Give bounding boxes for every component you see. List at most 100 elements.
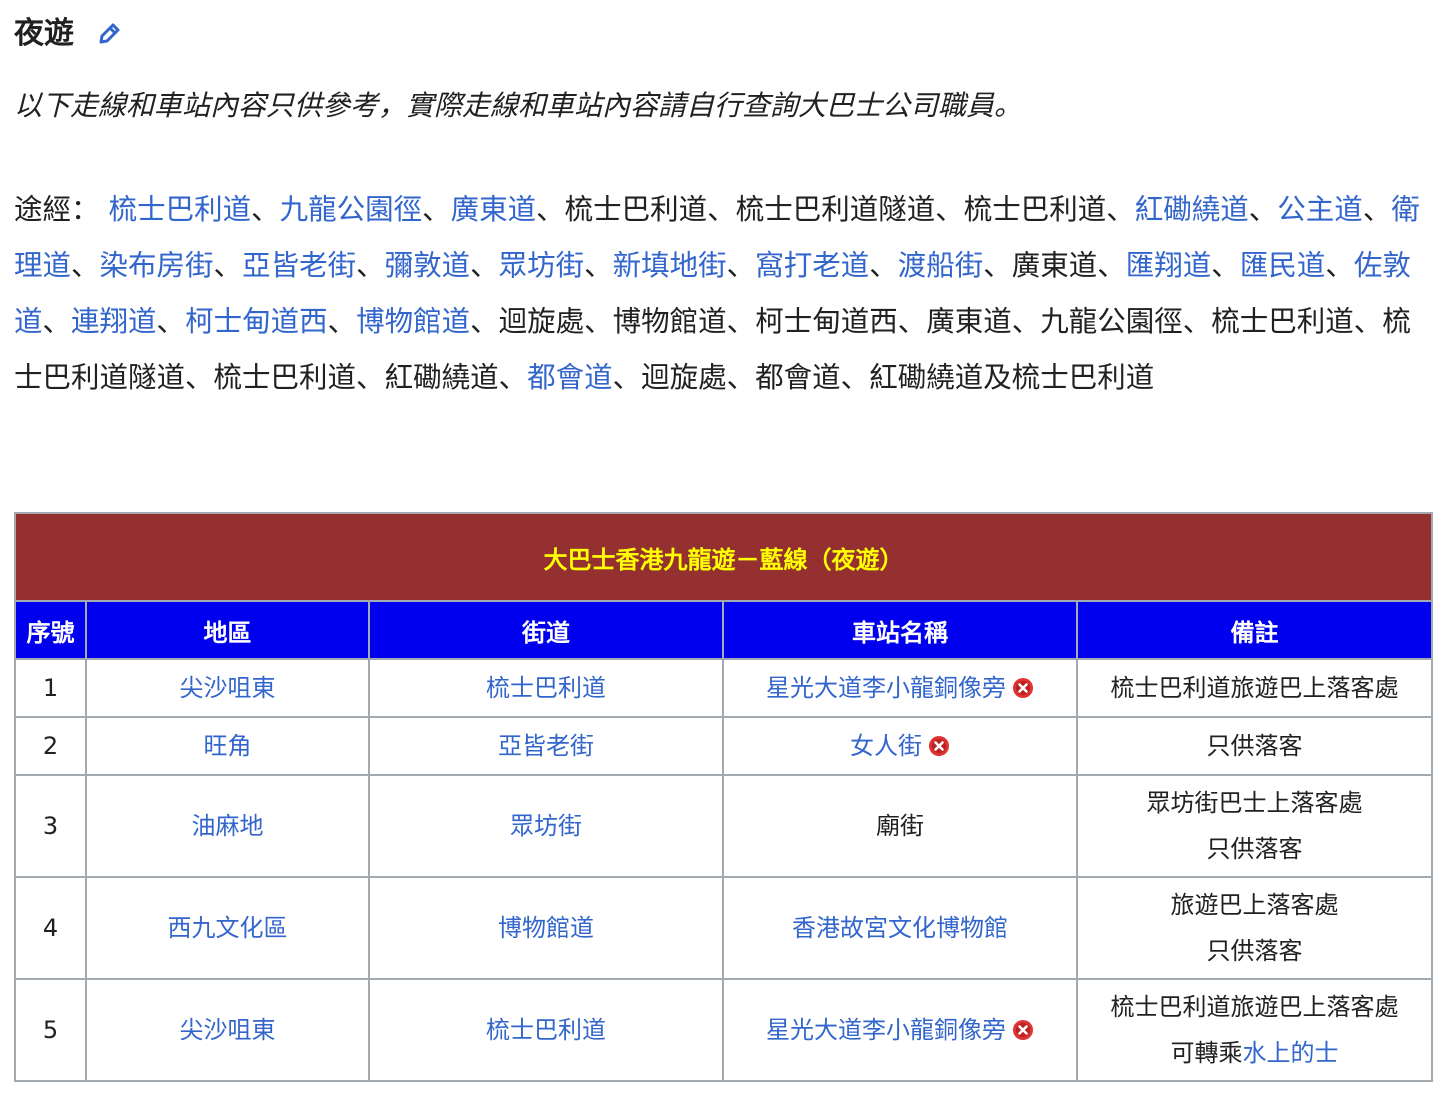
route-text: 迴旋處 <box>641 361 727 394</box>
table-row: 1 尖沙咀東 梳士巴利道 星光大道李小龍銅像旁 梳士巴利道旅遊巴上落客處 <box>14 658 1434 718</box>
route-link[interactable]: 渡船街 <box>898 249 984 282</box>
district-link[interactable]: 油麻地 <box>192 812 264 840</box>
section-title: 夜遊 <box>14 16 74 51</box>
route-separator: 、 <box>869 249 898 282</box>
header-stop: 車站名稱 <box>722 600 1078 660</box>
street-link[interactable]: 亞皆老街 <box>498 732 594 760</box>
route-separator: 、 <box>726 249 756 282</box>
cell-street: 博物館道 <box>368 876 724 980</box>
route-text: 廣東道 <box>926 305 1012 338</box>
route-link[interactable]: 柯士甸道西 <box>185 305 328 338</box>
route-separator: 、 <box>707 193 736 226</box>
route-link[interactable]: 廣東道 <box>451 193 537 226</box>
stop-link[interactable]: 星光大道李小龍銅像旁 <box>766 1016 1006 1044</box>
route-link[interactable]: 匯民道 <box>1240 249 1326 282</box>
cell-no: 5 <box>14 978 87 1082</box>
cell-district: 油麻地 <box>85 774 370 878</box>
route-link[interactable]: 博物館道 <box>356 305 470 338</box>
route-text: 都會道 <box>755 361 841 394</box>
route-link[interactable]: 彌敦道 <box>385 249 471 282</box>
stop-link[interactable]: 星光大道李小龍銅像旁 <box>766 674 1006 702</box>
remark-line: 只供落客 <box>1206 835 1303 863</box>
header-street: 街道 <box>368 600 724 660</box>
route-separator: 、 <box>185 361 214 394</box>
cell-district: 尖沙咀東 <box>85 658 370 718</box>
district-link[interactable]: 西九文化區 <box>168 914 288 942</box>
cell-street: 亞皆老街 <box>368 716 724 776</box>
route-separator: 、 <box>1353 305 1383 338</box>
remark-line: 可轉乘 <box>1170 1039 1243 1067</box>
route-link[interactable]: 亞皆老街 <box>242 249 356 282</box>
street-link[interactable]: 梳士巴利道 <box>486 1016 606 1044</box>
route-separator: 、 <box>1211 249 1240 282</box>
stop-link[interactable]: 香港故宮文化博物館 <box>792 914 1008 942</box>
route-description: 途經： 梳士巴利道、九龍公園徑、廣東道、梳士巴利道、梳士巴利道隧道、梳士巴利道、… <box>14 182 1428 406</box>
route-separator: 、 <box>584 249 613 282</box>
cell-remarks: 眾坊街巴士上落客處 只供落客 <box>1075 774 1434 878</box>
route-separator: 、 <box>1248 193 1278 226</box>
cell-no: 1 <box>14 658 87 718</box>
district-link[interactable]: 旺角 <box>204 732 252 760</box>
route-link[interactable]: 匯翔道 <box>1126 249 1212 282</box>
section-heading: 夜遊 <box>14 12 122 56</box>
route-link[interactable]: 眾坊街 <box>499 249 585 282</box>
cell-stop: 星光大道李小龍銅像旁 <box>722 658 1078 718</box>
route-link[interactable]: 梳士巴利道 <box>109 193 252 226</box>
cell-stop: 女人街 <box>722 716 1078 776</box>
route-separator: 、 <box>1106 193 1135 226</box>
route-link[interactable]: 公主道 <box>1277 193 1363 226</box>
cell-no: 3 <box>14 774 87 878</box>
route-separator: 、 <box>71 249 100 282</box>
stops-table: 大巴士香港九龍遊－藍線（夜遊） 序號 地區 街道 車站名稱 備註 1 尖沙咀東 梳士… <box>13 512 1434 1082</box>
route-separator: 、 <box>356 361 385 394</box>
cell-remarks: 只供落客 <box>1075 716 1434 776</box>
table-row: 2 旺角 亞皆老街 女人街 只供落客 <box>14 716 1434 776</box>
header-remarks: 備註 <box>1075 600 1434 660</box>
table-row: 5 尖沙咀東 梳士巴利道 星光大道李小龍銅像旁 梳士巴利道旅遊巴上落客處 可轉乘水上的士 <box>14 978 1434 1082</box>
route-link[interactable]: 連翔道 <box>71 305 157 338</box>
remark-line: 梳士巴利道旅遊巴上落客處 <box>1110 674 1399 702</box>
route-link[interactable]: 九龍公園徑 <box>280 193 423 226</box>
route-link[interactable]: 紅磡繞道 <box>1135 193 1249 226</box>
header-no: 序號 <box>14 600 87 660</box>
route-text: 九龍公園徑 <box>1040 305 1183 338</box>
street-link[interactable]: 眾坊街 <box>510 812 582 840</box>
district-link[interactable]: 尖沙咀東 <box>180 1016 276 1044</box>
route-text: 柯士甸道西 <box>755 305 898 338</box>
route-link[interactable]: 新填地街 <box>613 249 727 282</box>
route-separator: 、 <box>536 193 565 226</box>
street-link[interactable]: 梳士巴利道 <box>486 674 606 702</box>
district-link[interactable]: 尖沙咀東 <box>180 674 276 702</box>
street-link[interactable]: 博物館道 <box>498 914 594 942</box>
remark-line: 只供落客 <box>1206 732 1303 760</box>
remark-link[interactable]: 水上的士 <box>1243 1039 1339 1067</box>
stop-link[interactable]: 女人街 <box>850 732 922 760</box>
route-link[interactable]: 窩打老道 <box>755 249 869 282</box>
table-body: 1 尖沙咀東 梳士巴利道 星光大道李小龍銅像旁 梳士巴利道旅遊巴上落客處 2 旺角 亞皆老街女… <box>14 658 1434 1082</box>
cell-remarks: 梳士巴利道旅遊巴上落客處 <box>1075 658 1434 718</box>
pencil-icon[interactable] <box>96 21 122 47</box>
route-separator: 、 <box>983 249 1012 282</box>
route-text: 梳士巴利道隧道 <box>735 193 936 226</box>
route-separator: 、 <box>422 193 451 226</box>
stop-name: 廟街 <box>876 812 924 840</box>
route-separator: 、 <box>1362 193 1392 226</box>
cell-stop: 廟街 <box>722 774 1078 878</box>
table-row: 3 油麻地 眾坊街 廟街 眾坊街巴士上落客處 只供落客 <box>14 774 1434 878</box>
route-separator: 、 <box>470 305 499 338</box>
route-text: 紅磡繞道及梳士巴利道 <box>869 361 1155 394</box>
table-row: 4 西九文化區 博物館道 香港故宮文化博物館 旅遊巴上落客處 只供落客 <box>14 876 1434 980</box>
route-separator: 、 <box>1182 305 1212 338</box>
route-separator: 、 <box>498 361 528 394</box>
route-link[interactable]: 都會道 <box>527 361 613 394</box>
closed-x-icon <box>928 726 950 756</box>
route-separator: 、 <box>897 305 927 338</box>
remark-line: 眾坊街巴士上落客處 <box>1146 789 1363 817</box>
cell-street: 梳士巴利道 <box>368 658 724 718</box>
route-separator: 、 <box>213 249 243 282</box>
route-text: 迴旋處 <box>498 305 585 338</box>
route-link[interactable]: 染布房街 <box>100 249 214 282</box>
cell-street: 眾坊街 <box>368 774 724 878</box>
route-separator: 、 <box>612 361 642 394</box>
remark-line: 只供落客 <box>1206 937 1303 965</box>
